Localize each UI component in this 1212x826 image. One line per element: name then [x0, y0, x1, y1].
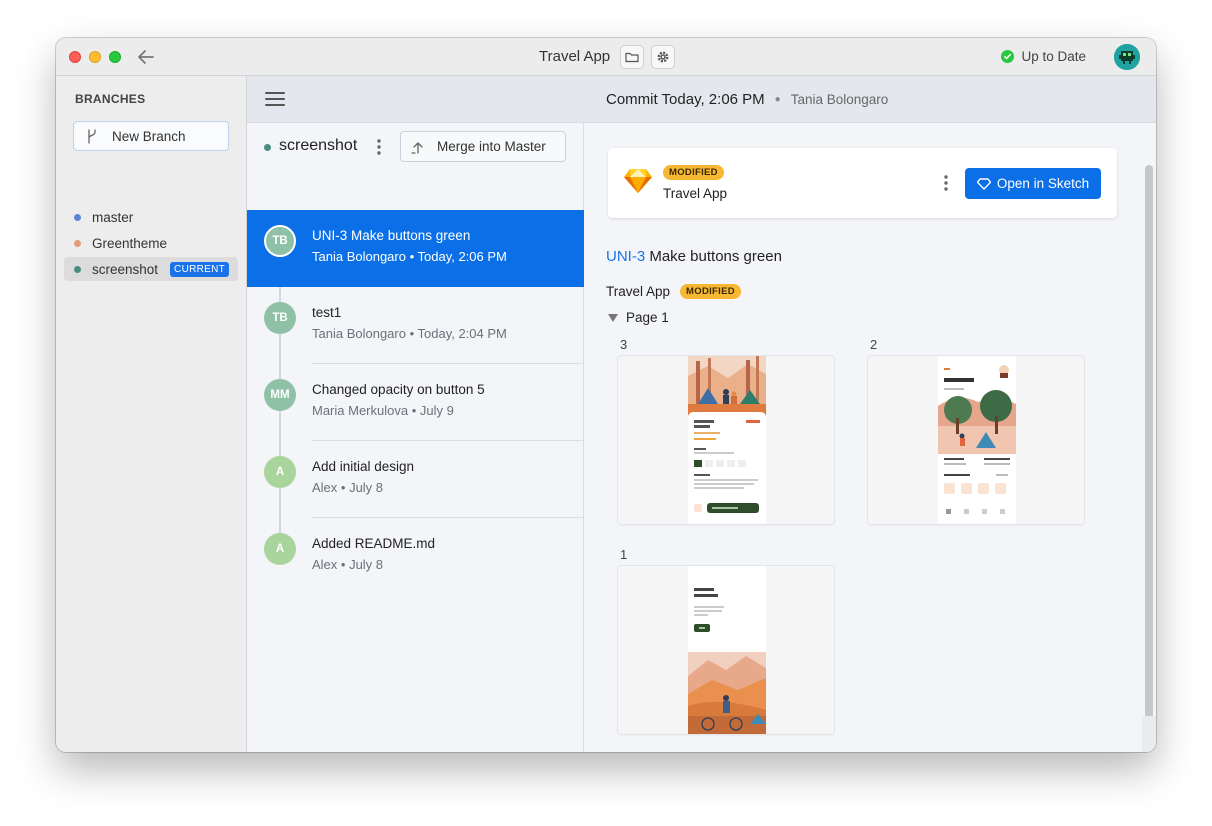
commit-detail-header: Commit Today, 2:06 PM ● Tania Bolongaro — [584, 76, 1156, 123]
artboard-thumbnail[interactable] — [868, 356, 1084, 524]
avatar: A — [264, 533, 296, 565]
commit-meta: Alex • July 8 — [312, 480, 384, 495]
sync-status-label: Up to Date — [1021, 49, 1086, 64]
artboard-thumbnail[interactable] — [618, 566, 834, 734]
commit-message: test1 — [312, 305, 342, 320]
commit-row[interactable]: TB test1 Tania Bolongaro • Today, 2:04 P… — [247, 287, 584, 364]
avatar: TB — [264, 225, 296, 257]
folder-icon[interactable] — [620, 45, 644, 69]
page-disclosure[interactable]: Page 1 — [608, 310, 669, 325]
artboard-label: 3 — [620, 337, 628, 352]
commit-title-text: Make buttons green — [645, 248, 782, 265]
title-bar: Travel App Up to Date — [56, 38, 1156, 76]
disclosure-triangle-icon — [608, 313, 618, 322]
user-avatar[interactable] — [1114, 44, 1140, 70]
commit-detail-panel: Commit Today, 2:06 PM ● Tania Bolongaro … — [584, 76, 1156, 752]
page-name: Page 1 — [626, 310, 669, 325]
issue-link[interactable]: UNI-3 — [606, 248, 645, 265]
branch-color-dot — [74, 265, 81, 273]
biking-mountain-screen — [688, 566, 766, 734]
branch-name: Greentheme — [92, 235, 168, 251]
branch-item-greentheme[interactable]: Greentheme — [64, 231, 238, 255]
scrollbar-thumb[interactable] — [1145, 165, 1153, 731]
separator-dot: ● — [774, 93, 781, 105]
document-line: Travel App MODIFIED — [606, 284, 741, 299]
commit-row[interactable]: TB UNI-3 Make buttons green Tania Bolong… — [247, 210, 584, 287]
commit-meta: Tania Bolongaro • Today, 2:04 PM — [312, 326, 507, 341]
close-window-button[interactable] — [69, 51, 81, 63]
document-name: Travel App — [606, 284, 671, 299]
commit-meta: Maria Merkulova • July 9 — [312, 403, 454, 418]
modified-badge: MODIFIED — [680, 284, 741, 299]
window-title: Travel App — [539, 48, 611, 65]
scrollbar-track-end — [1142, 716, 1156, 752]
branch-color-dot — [74, 213, 81, 221]
artboard-thumbnail[interactable] — [618, 356, 834, 524]
branch-item-screenshot[interactable]: screenshot CURRENT — [64, 257, 238, 281]
file-name: Travel App — [663, 186, 728, 201]
avatar: TB — [264, 302, 296, 334]
merge-icon — [411, 140, 425, 154]
explore-screen — [938, 356, 1016, 524]
minimize-window-button[interactable] — [89, 51, 101, 63]
diamond-icon — [976, 177, 991, 190]
branch-icon — [86, 128, 98, 144]
back-arrow-icon[interactable] — [136, 47, 156, 67]
vertical-scrollbar[interactable] — [1142, 161, 1156, 752]
commit-row[interactable]: MM Changed opacity on button 5 Maria Mer… — [247, 364, 584, 441]
commit-list-panel: screenshot Merge into Master TB UNI-3 Ma… — [247, 76, 584, 752]
commit-title: UNI-3 Make buttons green — [606, 248, 782, 265]
gear-icon[interactable] — [651, 45, 675, 69]
avatar: A — [264, 456, 296, 488]
zoom-window-button[interactable] — [109, 51, 121, 63]
sketch-file-card: MODIFIED Travel App Open in Sketch — [608, 148, 1117, 218]
new-branch-button[interactable]: New Branch — [73, 121, 229, 151]
commit-row[interactable]: A Add initial design Alex • July 8 — [247, 441, 584, 518]
commit-row[interactable]: A Added README.md Alex • July 8 — [247, 518, 584, 595]
branch-item-master[interactable]: master — [64, 205, 238, 229]
commit-meta: Tania Bolongaro • Today, 2:06 PM — [312, 249, 507, 264]
menu-icon[interactable] — [265, 92, 285, 106]
artboard-label: 1 — [620, 547, 628, 562]
more-options-icon[interactable] — [376, 138, 382, 156]
current-badge: CURRENT — [170, 261, 230, 277]
branch-name: master — [92, 209, 134, 225]
sync-status: Up to Date — [1001, 49, 1086, 64]
branches-sidebar: BRANCHES New Branch master Greentheme sc… — [56, 76, 247, 752]
commit-message: Added README.md — [312, 536, 436, 551]
branches-heading: BRANCHES — [75, 92, 146, 106]
forest-camping-screen — [688, 356, 766, 524]
commit-detail-title: Commit Today, 2:06 PM — [606, 90, 765, 108]
commit-message: Add initial design — [312, 459, 415, 474]
avatar: MM — [264, 379, 296, 411]
branch-bar: screenshot Merge into Master — [247, 123, 584, 210]
open-in-sketch-button[interactable]: Open in Sketch — [965, 168, 1101, 199]
app-window: Travel App Up to Date BRANCHES New Branc… — [56, 38, 1156, 752]
merge-label: Merge into Master — [437, 139, 546, 154]
commit-message: Changed opacity on button 5 — [312, 382, 485, 397]
commit-message: UNI-3 Make buttons green — [312, 228, 471, 243]
merge-into-master-button[interactable]: Merge into Master — [400, 131, 566, 162]
sketch-logo-icon — [624, 168, 652, 199]
artboard-label: 2 — [870, 337, 878, 352]
new-branch-label: New Branch — [112, 128, 186, 144]
modified-badge: MODIFIED — [663, 165, 724, 180]
commit-list-header — [247, 76, 584, 123]
more-options-icon[interactable] — [943, 174, 949, 192]
branch-color-dot — [264, 144, 271, 151]
check-icon — [1001, 50, 1015, 63]
branch-color-dot — [74, 239, 81, 247]
open-in-sketch-label: Open in Sketch — [996, 176, 1090, 191]
current-branch-name: screenshot — [279, 137, 358, 154]
commit-meta: Alex • July 8 — [312, 557, 384, 572]
commit-author: Tania Bolongaro — [790, 91, 889, 107]
branch-name: screenshot — [92, 261, 159, 277]
